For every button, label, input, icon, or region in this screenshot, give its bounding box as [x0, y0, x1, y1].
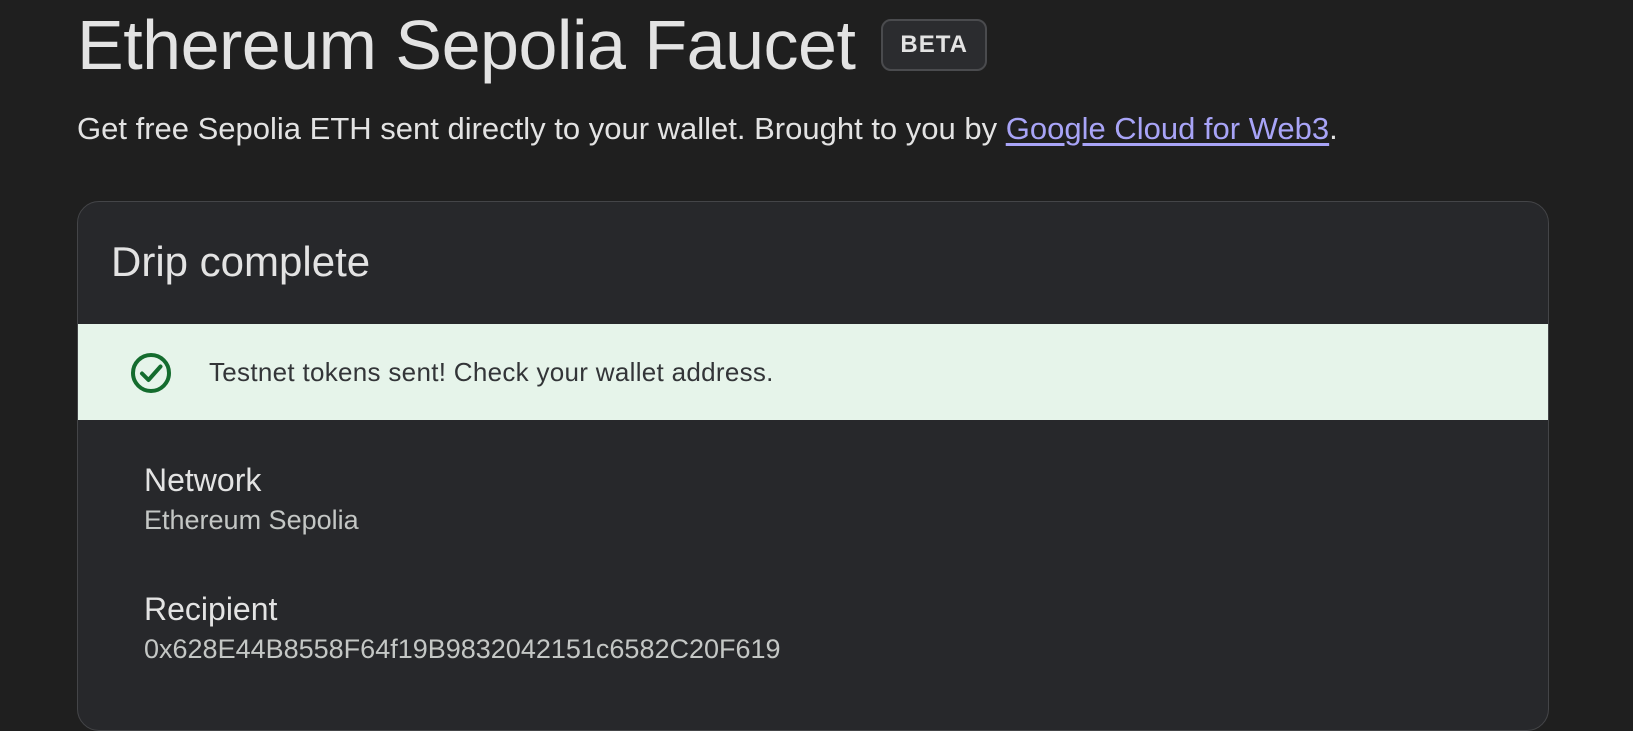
check-circle-icon	[130, 352, 172, 394]
card-title: Drip complete	[111, 238, 371, 285]
network-value: Ethereum Sepolia	[144, 505, 359, 535]
success-banner: Testnet tokens sent! Check your wallet a…	[78, 324, 1548, 420]
recipient-address: 0x628E44B8558F64f19B9832042151c6582C20F6…	[144, 634, 781, 664]
network-field: Network Ethereum Sepolia	[144, 459, 359, 539]
recipient-label: Recipient	[144, 591, 278, 627]
faucet-page: Ethereum Sepolia Faucet BETA Get free Se…	[77, 0, 1549, 731]
title-row: Ethereum Sepolia Faucet BETA	[77, 0, 987, 90]
recipient-field: Recipient 0x628E44B8558F64f19B9832042151…	[144, 588, 781, 668]
beta-badge: BETA	[881, 19, 987, 71]
drip-result-card: Drip complete Testnet tokens sent! Check…	[77, 201, 1549, 731]
page-title: Ethereum Sepolia Faucet	[77, 6, 856, 84]
google-cloud-web3-link[interactable]: Google Cloud for Web3	[1006, 111, 1329, 146]
network-label: Network	[144, 462, 262, 498]
subtitle-text: Get free Sepolia ETH sent directly to yo…	[77, 111, 1006, 146]
page-subtitle: Get free Sepolia ETH sent directly to yo…	[77, 106, 1338, 152]
subtitle-period: .	[1329, 111, 1338, 146]
success-message: Testnet tokens sent! Check your wallet a…	[209, 357, 774, 387]
